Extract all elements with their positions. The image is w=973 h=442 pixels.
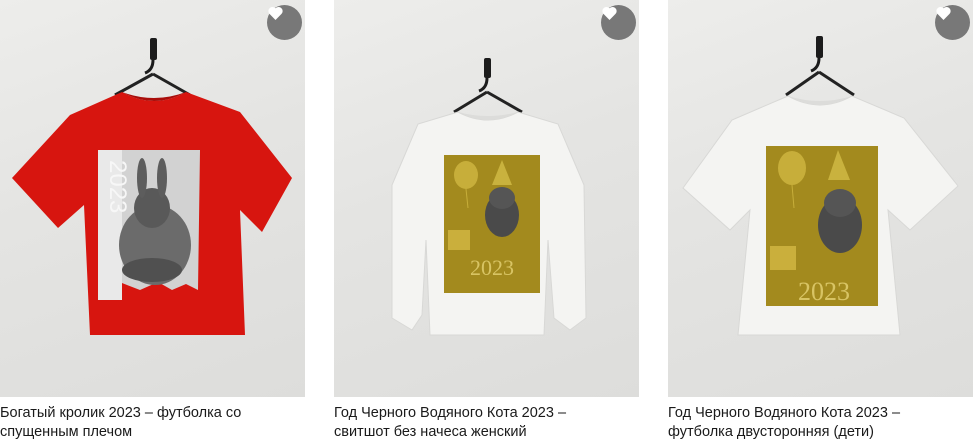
hanger-1	[114, 38, 191, 97]
product-title-1-line1: Богатый кролик 2023 – футболка со	[0, 405, 242, 421]
product-image-2[interactable]: 2023	[334, 0, 639, 397]
heart-icon	[602, 6, 617, 20]
product-card-2[interactable]: 2023 Год Черного Водяного Кота 2023 – св…	[334, 0, 639, 442]
print-year-3: 2023	[798, 277, 850, 306]
product-title-1-line2: спущенным плечом	[0, 424, 133, 440]
heart-icon	[268, 6, 283, 20]
product-title-2[interactable]: Год Черного Водяного Кота 2023 – свитшот…	[334, 404, 639, 442]
hanger-3	[785, 36, 855, 97]
favorite-button-1[interactable]	[267, 5, 302, 40]
product-card-1[interactable]: 2023 Богатый кролик 2023 – футболка со с…	[0, 0, 305, 442]
product-image-1[interactable]: 2023	[0, 0, 305, 397]
product-title-3-line1: Год Черного Водяного Кота 2023 –	[668, 405, 901, 421]
product-title-3-line2: футболка двусторонняя (дети)	[668, 424, 874, 440]
favorite-button-3[interactable]	[935, 5, 970, 40]
product-title-2-line1: Год Черного Водяного Кота 2023 –	[334, 405, 567, 421]
favorite-button-2[interactable]	[601, 5, 636, 40]
heart-icon	[936, 6, 951, 20]
product-title-3[interactable]: Год Черного Водяного Кота 2023 – футболк…	[668, 404, 973, 442]
print-year-2: 2023	[470, 255, 514, 280]
print-year-1: 2023	[104, 160, 131, 213]
hanger-2	[453, 58, 523, 114]
product-title-1[interactable]: Богатый кролик 2023 – футболка со спущен…	[0, 404, 305, 442]
product-title-2-line2: свитшот без начеса женский	[334, 424, 527, 440]
product-image-3[interactable]: 2023	[668, 0, 973, 397]
product-card-3[interactable]: 2023 Год Черного Водяного Кота 2023 – фу…	[668, 0, 973, 442]
